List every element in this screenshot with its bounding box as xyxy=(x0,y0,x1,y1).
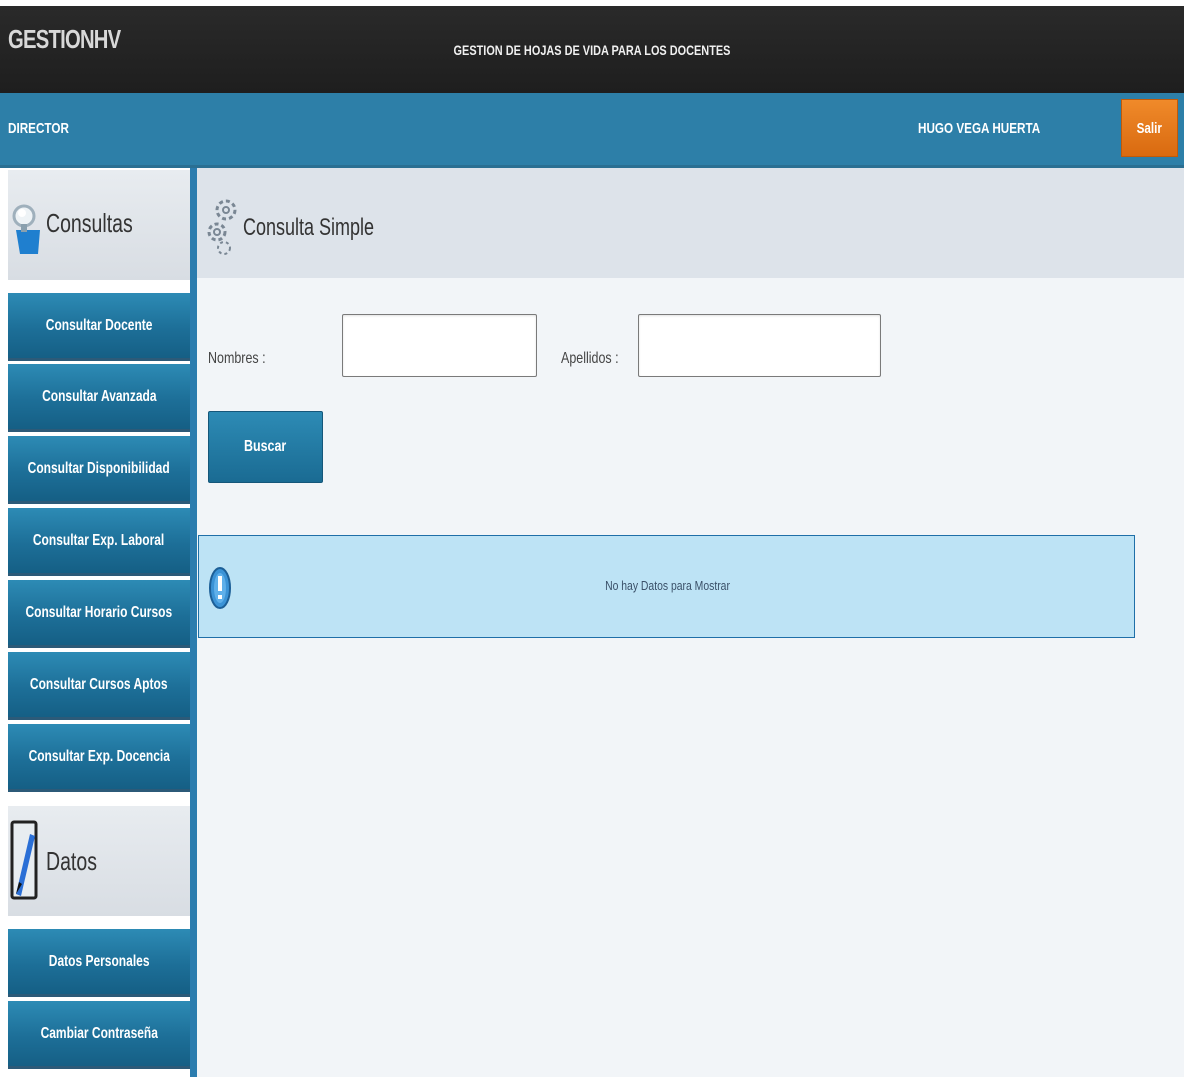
main-header: Consulta Simple xyxy=(197,168,1184,278)
nombres-input[interactable] xyxy=(342,314,537,377)
sidebar-item-label: Datos Personales xyxy=(48,952,150,970)
magnifier-icon xyxy=(12,204,40,254)
sidebar-item-label: Consultar Avanzada xyxy=(41,387,157,405)
sidebar-item-label: Consultar Exp. Laboral xyxy=(33,531,165,549)
sidebar-item-cambiar-contrasena[interactable]: Cambiar Contraseña xyxy=(8,1001,190,1069)
sidebar-section-datos-label: Datos xyxy=(46,846,97,876)
sidebar-section-consultas: Consultas xyxy=(8,170,190,280)
sidebar-divider xyxy=(190,168,197,1077)
logout-button[interactable]: Salir xyxy=(1121,99,1178,157)
user-bar: DIRECTOR HUGO VEGA HUERTA Salir xyxy=(0,93,1184,168)
info-message-text: No hay Datos para Mostrar xyxy=(605,578,730,593)
app-root: GESTIONHV GESTION DE HOJAS DE VIDA PARA … xyxy=(0,0,1184,1077)
sidebar-section-consultas-label: Consultas xyxy=(46,208,133,238)
sidebar-item-consultar-exp-laboral[interactable]: Consultar Exp. Laboral xyxy=(8,508,190,576)
sidebar-item-consultar-avanzada[interactable]: Consultar Avanzada xyxy=(8,364,190,432)
sidebar-section-datos: Datos xyxy=(8,806,190,916)
sidebar-item-consultar-disponibilidad[interactable]: Consultar Disponibilidad xyxy=(8,436,190,504)
sidebar-item-label: Consultar Cursos Aptos xyxy=(30,675,168,693)
gears-icon xyxy=(207,199,237,255)
sidebar-item-label: Consultar Horario Cursos xyxy=(25,603,173,621)
app-title: GESTION DE HOJAS DE VIDA PARA LOS DOCENT… xyxy=(453,42,731,58)
sidebar-item-label: Cambiar Contraseña xyxy=(40,1024,158,1042)
top-header: GESTIONHV GESTION DE HOJAS DE VIDA PARA … xyxy=(0,6,1184,93)
app-brand: GESTIONHV xyxy=(8,24,121,54)
main-content: Consulta Simple Nombres : Apellidos : Bu… xyxy=(197,168,1184,1077)
user-name: HUGO VEGA HUERTA xyxy=(918,120,1041,137)
sidebar-item-consultar-docente[interactable]: Consultar Docente xyxy=(8,293,190,361)
sidebar-item-label: Consultar Exp. Docencia xyxy=(28,747,170,765)
apellidos-label: Apellidos : xyxy=(561,350,619,367)
nombres-label: Nombres : xyxy=(208,350,266,367)
logout-label: Salir xyxy=(1136,119,1163,137)
apellidos-input[interactable] xyxy=(638,314,881,377)
info-message-box: No hay Datos para Mostrar xyxy=(198,535,1135,638)
search-button-label: Buscar xyxy=(244,438,287,455)
user-role: DIRECTOR xyxy=(8,120,69,137)
sidebar-item-consultar-horario-cursos[interactable]: Consultar Horario Cursos xyxy=(8,580,190,648)
info-exclamation-icon xyxy=(209,567,231,609)
page-title: Consulta Simple xyxy=(243,214,375,241)
search-button[interactable]: Buscar xyxy=(208,411,323,483)
edit-pencil-icon xyxy=(10,820,38,900)
sidebar-item-label: Consultar Disponibilidad xyxy=(27,459,171,477)
sidebar-item-datos-personales[interactable]: Datos Personales xyxy=(8,929,190,997)
sidebar-item-consultar-cursos-aptos[interactable]: Consultar Cursos Aptos xyxy=(8,652,190,720)
sidebar-item-label: Consultar Docente xyxy=(45,316,153,334)
sidebar-item-consultar-exp-docencia[interactable]: Consultar Exp. Docencia xyxy=(8,724,190,792)
